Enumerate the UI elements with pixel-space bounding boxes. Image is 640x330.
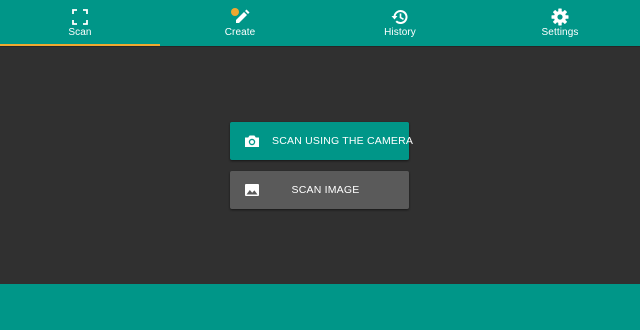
- scan-frame-icon: [70, 7, 90, 27]
- tab-scan-label: Scan: [68, 27, 92, 38]
- scan-camera-label: SCAN USING THE CAMERA: [272, 135, 414, 147]
- tab-settings[interactable]: Settings: [480, 0, 640, 46]
- scan-image-label: SCAN IMAGE: [291, 184, 360, 196]
- gear-icon: [550, 7, 570, 27]
- scan-camera-button[interactable]: SCAN USING THE CAMERA: [230, 122, 413, 160]
- tab-create-label: Create: [224, 27, 256, 38]
- camera-icon: [243, 132, 261, 150]
- scan-image-button[interactable]: SCAN IMAGE: [230, 171, 409, 209]
- tab-history[interactable]: History: [320, 0, 480, 46]
- tab-settings-label: Settings: [541, 27, 579, 38]
- history-icon: [390, 7, 410, 27]
- bottom-banner: [0, 284, 640, 330]
- tab-scan[interactable]: Scan: [0, 0, 160, 47]
- tab-history-label: History: [384, 27, 416, 38]
- top-navigation: Scan Create History Settings: [0, 0, 640, 47]
- app-window: Scan Create History Settings SCAN USING …: [0, 0, 640, 330]
- tab-create[interactable]: Create: [160, 0, 320, 46]
- nav-divider: [0, 46, 640, 47]
- pencil-icon: [230, 7, 250, 27]
